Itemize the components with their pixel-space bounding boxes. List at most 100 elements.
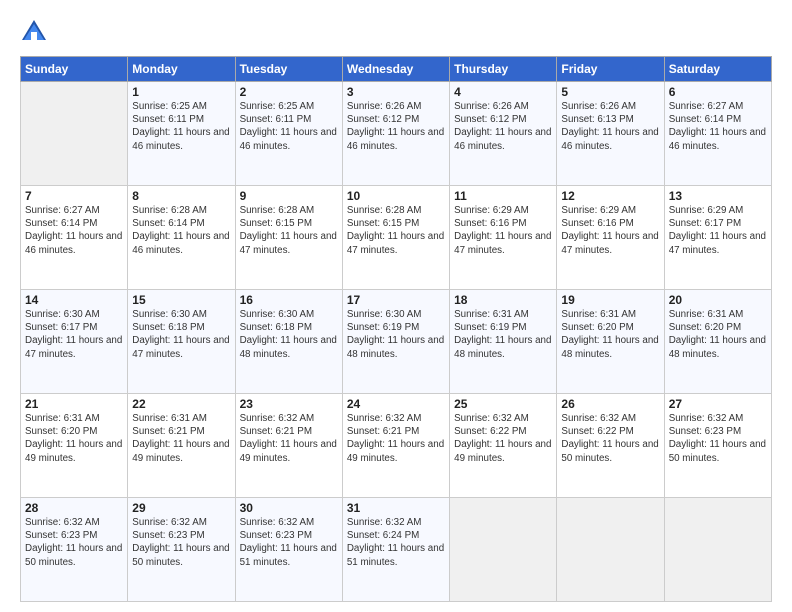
day-detail: Sunrise: 6:30 AMSunset: 6:18 PMDaylight:…	[240, 308, 338, 361]
day-detail: Sunrise: 6:27 AMSunset: 6:14 PMDaylight:…	[25, 204, 123, 257]
day-header-friday: Friday	[557, 57, 664, 82]
logo	[20, 18, 52, 46]
calendar-cell: 31Sunrise: 6:32 AMSunset: 6:24 PMDayligh…	[342, 498, 449, 602]
day-number: 6	[669, 85, 767, 99]
day-number: 2	[240, 85, 338, 99]
day-header-wednesday: Wednesday	[342, 57, 449, 82]
calendar-cell: 5Sunrise: 6:26 AMSunset: 6:13 PMDaylight…	[557, 82, 664, 186]
day-number: 23	[240, 397, 338, 411]
calendar-header-row: SundayMondayTuesdayWednesdayThursdayFrid…	[21, 57, 772, 82]
calendar-cell: 26Sunrise: 6:32 AMSunset: 6:22 PMDayligh…	[557, 394, 664, 498]
calendar-week-5: 28Sunrise: 6:32 AMSunset: 6:23 PMDayligh…	[21, 498, 772, 602]
calendar-cell: 13Sunrise: 6:29 AMSunset: 6:17 PMDayligh…	[664, 186, 771, 290]
day-detail: Sunrise: 6:26 AMSunset: 6:12 PMDaylight:…	[454, 100, 552, 153]
day-detail: Sunrise: 6:32 AMSunset: 6:21 PMDaylight:…	[347, 412, 445, 465]
day-number: 20	[669, 293, 767, 307]
calendar-cell: 10Sunrise: 6:28 AMSunset: 6:15 PMDayligh…	[342, 186, 449, 290]
day-number: 18	[454, 293, 552, 307]
day-header-thursday: Thursday	[450, 57, 557, 82]
day-detail: Sunrise: 6:32 AMSunset: 6:24 PMDaylight:…	[347, 516, 445, 569]
day-number: 10	[347, 189, 445, 203]
day-number: 3	[347, 85, 445, 99]
day-detail: Sunrise: 6:31 AMSunset: 6:19 PMDaylight:…	[454, 308, 552, 361]
day-detail: Sunrise: 6:31 AMSunset: 6:21 PMDaylight:…	[132, 412, 230, 465]
calendar-cell	[21, 82, 128, 186]
day-number: 1	[132, 85, 230, 99]
day-detail: Sunrise: 6:30 AMSunset: 6:17 PMDaylight:…	[25, 308, 123, 361]
day-detail: Sunrise: 6:31 AMSunset: 6:20 PMDaylight:…	[561, 308, 659, 361]
day-number: 29	[132, 501, 230, 515]
day-detail: Sunrise: 6:29 AMSunset: 6:16 PMDaylight:…	[561, 204, 659, 257]
calendar-cell: 16Sunrise: 6:30 AMSunset: 6:18 PMDayligh…	[235, 290, 342, 394]
calendar-cell: 25Sunrise: 6:32 AMSunset: 6:22 PMDayligh…	[450, 394, 557, 498]
day-number: 31	[347, 501, 445, 515]
day-number: 19	[561, 293, 659, 307]
calendar-cell	[450, 498, 557, 602]
day-detail: Sunrise: 6:32 AMSunset: 6:23 PMDaylight:…	[25, 516, 123, 569]
day-number: 12	[561, 189, 659, 203]
day-detail: Sunrise: 6:25 AMSunset: 6:11 PMDaylight:…	[240, 100, 338, 153]
calendar-cell: 20Sunrise: 6:31 AMSunset: 6:20 PMDayligh…	[664, 290, 771, 394]
calendar-cell: 3Sunrise: 6:26 AMSunset: 6:12 PMDaylight…	[342, 82, 449, 186]
day-number: 26	[561, 397, 659, 411]
calendar-cell: 14Sunrise: 6:30 AMSunset: 6:17 PMDayligh…	[21, 290, 128, 394]
day-number: 22	[132, 397, 230, 411]
day-detail: Sunrise: 6:26 AMSunset: 6:13 PMDaylight:…	[561, 100, 659, 153]
calendar-cell: 17Sunrise: 6:30 AMSunset: 6:19 PMDayligh…	[342, 290, 449, 394]
day-detail: Sunrise: 6:29 AMSunset: 6:17 PMDaylight:…	[669, 204, 767, 257]
calendar-week-4: 21Sunrise: 6:31 AMSunset: 6:20 PMDayligh…	[21, 394, 772, 498]
day-number: 13	[669, 189, 767, 203]
day-detail: Sunrise: 6:31 AMSunset: 6:20 PMDaylight:…	[669, 308, 767, 361]
calendar-week-2: 7Sunrise: 6:27 AMSunset: 6:14 PMDaylight…	[21, 186, 772, 290]
day-detail: Sunrise: 6:26 AMSunset: 6:12 PMDaylight:…	[347, 100, 445, 153]
day-number: 8	[132, 189, 230, 203]
calendar-cell: 29Sunrise: 6:32 AMSunset: 6:23 PMDayligh…	[128, 498, 235, 602]
calendar-cell: 7Sunrise: 6:27 AMSunset: 6:14 PMDaylight…	[21, 186, 128, 290]
calendar-header: SundayMondayTuesdayWednesdayThursdayFrid…	[21, 57, 772, 82]
header	[20, 18, 772, 46]
calendar-cell	[557, 498, 664, 602]
day-detail: Sunrise: 6:32 AMSunset: 6:22 PMDaylight:…	[561, 412, 659, 465]
day-number: 30	[240, 501, 338, 515]
day-number: 4	[454, 85, 552, 99]
calendar-cell: 21Sunrise: 6:31 AMSunset: 6:20 PMDayligh…	[21, 394, 128, 498]
day-number: 14	[25, 293, 123, 307]
day-detail: Sunrise: 6:28 AMSunset: 6:15 PMDaylight:…	[240, 204, 338, 257]
day-detail: Sunrise: 6:28 AMSunset: 6:15 PMDaylight:…	[347, 204, 445, 257]
day-detail: Sunrise: 6:31 AMSunset: 6:20 PMDaylight:…	[25, 412, 123, 465]
day-number: 28	[25, 501, 123, 515]
calendar-cell: 4Sunrise: 6:26 AMSunset: 6:12 PMDaylight…	[450, 82, 557, 186]
day-number: 21	[25, 397, 123, 411]
calendar-cell: 27Sunrise: 6:32 AMSunset: 6:23 PMDayligh…	[664, 394, 771, 498]
day-header-saturday: Saturday	[664, 57, 771, 82]
day-number: 7	[25, 189, 123, 203]
calendar-cell: 18Sunrise: 6:31 AMSunset: 6:19 PMDayligh…	[450, 290, 557, 394]
calendar-week-3: 14Sunrise: 6:30 AMSunset: 6:17 PMDayligh…	[21, 290, 772, 394]
day-header-tuesday: Tuesday	[235, 57, 342, 82]
day-number: 16	[240, 293, 338, 307]
calendar-week-1: 1Sunrise: 6:25 AMSunset: 6:11 PMDaylight…	[21, 82, 772, 186]
day-detail: Sunrise: 6:30 AMSunset: 6:18 PMDaylight:…	[132, 308, 230, 361]
day-detail: Sunrise: 6:25 AMSunset: 6:11 PMDaylight:…	[132, 100, 230, 153]
day-detail: Sunrise: 6:32 AMSunset: 6:22 PMDaylight:…	[454, 412, 552, 465]
calendar-table: SundayMondayTuesdayWednesdayThursdayFrid…	[20, 56, 772, 602]
day-number: 9	[240, 189, 338, 203]
calendar-cell: 23Sunrise: 6:32 AMSunset: 6:21 PMDayligh…	[235, 394, 342, 498]
calendar-cell: 12Sunrise: 6:29 AMSunset: 6:16 PMDayligh…	[557, 186, 664, 290]
day-number: 15	[132, 293, 230, 307]
calendar-cell: 8Sunrise: 6:28 AMSunset: 6:14 PMDaylight…	[128, 186, 235, 290]
page: SundayMondayTuesdayWednesdayThursdayFrid…	[0, 0, 792, 612]
day-detail: Sunrise: 6:32 AMSunset: 6:23 PMDaylight:…	[669, 412, 767, 465]
day-detail: Sunrise: 6:30 AMSunset: 6:19 PMDaylight:…	[347, 308, 445, 361]
calendar-body: 1Sunrise: 6:25 AMSunset: 6:11 PMDaylight…	[21, 82, 772, 602]
calendar-cell: 11Sunrise: 6:29 AMSunset: 6:16 PMDayligh…	[450, 186, 557, 290]
calendar-cell	[664, 498, 771, 602]
calendar-cell: 30Sunrise: 6:32 AMSunset: 6:23 PMDayligh…	[235, 498, 342, 602]
calendar-cell: 24Sunrise: 6:32 AMSunset: 6:21 PMDayligh…	[342, 394, 449, 498]
calendar-cell: 6Sunrise: 6:27 AMSunset: 6:14 PMDaylight…	[664, 82, 771, 186]
day-header-sunday: Sunday	[21, 57, 128, 82]
day-number: 11	[454, 189, 552, 203]
calendar-cell: 22Sunrise: 6:31 AMSunset: 6:21 PMDayligh…	[128, 394, 235, 498]
calendar-cell: 28Sunrise: 6:32 AMSunset: 6:23 PMDayligh…	[21, 498, 128, 602]
day-detail: Sunrise: 6:27 AMSunset: 6:14 PMDaylight:…	[669, 100, 767, 153]
